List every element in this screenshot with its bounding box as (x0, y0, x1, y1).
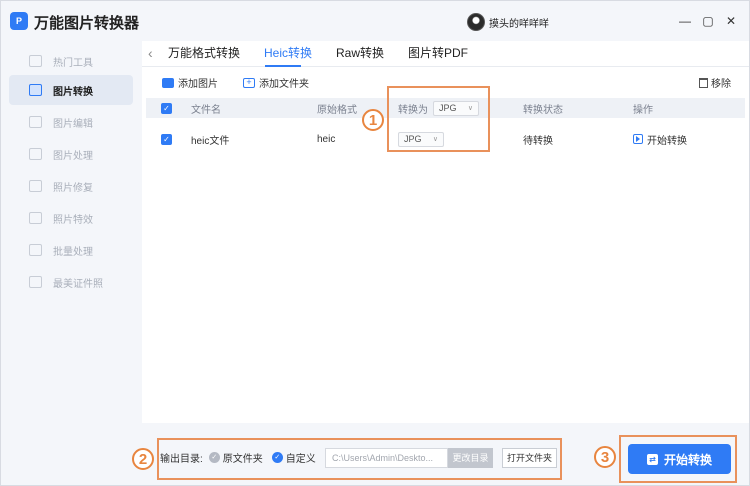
check-icon: ✓ (161, 102, 172, 114)
trash-icon (699, 77, 708, 88)
sidebar-item-label: 图片处理 (53, 150, 93, 162)
sidebar-item-photo-repair[interactable]: 照片修复 (9, 171, 133, 201)
process-icon (29, 148, 42, 160)
sidebar-item-image-edit[interactable]: 图片编辑 (9, 107, 133, 137)
row-file-name: heic文件 (191, 135, 230, 147)
sidebar-item-image-process[interactable]: 图片处理 (9, 139, 133, 169)
repair-icon (29, 180, 42, 192)
app-title: 万能图片转换器 (34, 15, 140, 32)
header-action: 操作 (633, 104, 653, 116)
close-icon[interactable]: ✕ (721, 11, 741, 31)
effects-icon (29, 212, 42, 224)
row-action-label: 开始转换 (647, 135, 687, 147)
add-folder-icon: + (243, 77, 255, 88)
sidebar-item-label: 批量处理 (53, 246, 93, 258)
annotation-number-3: 3 (594, 446, 616, 468)
annotation-number-2: 2 (132, 448, 154, 470)
tab-raw[interactable]: Raw转换 (336, 44, 384, 61)
add-image-icon (162, 77, 174, 88)
batch-icon (29, 244, 42, 256)
sidebar-item-label: 最美证件照 (53, 278, 103, 290)
annotation-box-output (157, 438, 562, 480)
sidebar-item-image-convert[interactable]: 图片转换 (9, 75, 133, 105)
sidebar-item-label: 照片特效 (53, 214, 93, 226)
title-bar: P 万能图片转换器 摸头的咩咩咩 — ▢ ✕ (1, 1, 749, 41)
back-icon[interactable]: ‹ (148, 45, 153, 61)
add-folder-label: 添加文件夹 (259, 79, 309, 90)
select-all-checkbox[interactable]: ✓ (161, 98, 172, 118)
sidebar-item-label: 图片编辑 (53, 118, 93, 130)
header-file-name: 文件名 (191, 104, 221, 116)
sidebar-item-photo-effects[interactable]: 照片特效 (9, 203, 133, 233)
tab-universal-format[interactable]: 万能格式转换 (168, 44, 240, 61)
avatar[interactable] (467, 13, 485, 31)
annotation-box-format (387, 86, 490, 152)
add-folder-button[interactable]: + 添加文件夹 (243, 75, 309, 90)
id-photo-icon (29, 276, 42, 288)
sidebar-item-label: 图片转换 (53, 86, 93, 98)
row-checkbox[interactable]: ✓ (161, 125, 172, 153)
sidebar-item-batch-process[interactable]: 批量处理 (9, 235, 133, 265)
add-image-button[interactable]: 添加图片 (162, 75, 218, 90)
minimize-icon[interactable]: — (675, 11, 695, 31)
sidebar: 热门工具 图片转换 图片编辑 图片处理 照片修复 照片特效 批量处理 最美证件照 (1, 41, 141, 485)
grid-icon (29, 55, 42, 67)
row-status: 待转换 (523, 135, 553, 147)
sidebar-item-label: 照片修复 (53, 182, 93, 194)
user-name[interactable]: 摸头的咩咩咩 (489, 15, 549, 30)
sidebar-item-label: 热门工具 (53, 57, 93, 69)
row-start-convert-button[interactable]: 开始转换 (633, 125, 687, 153)
remove-button[interactable]: 移除 (699, 75, 731, 90)
header-status: 转换状态 (523, 104, 563, 116)
user-account[interactable]: 摸头的咩咩咩 (467, 12, 549, 32)
tab-bar: ‹ 万能格式转换 Heic转换 Raw转换 图片转PDF (142, 41, 749, 67)
sidebar-item-id-photo[interactable]: 最美证件照 (9, 267, 133, 297)
add-image-label: 添加图片 (178, 79, 218, 90)
tab-heic[interactable]: Heic转换 (264, 44, 312, 61)
image-convert-icon (29, 84, 42, 96)
app-window: P 万能图片转换器 摸头的咩咩咩 — ▢ ✕ 热门工具 图片转换 图片编辑 图片… (0, 0, 750, 486)
tab-image-to-pdf[interactable]: 图片转PDF (408, 44, 468, 61)
edit-icon (29, 116, 42, 128)
annotation-box-start (619, 435, 737, 483)
app-logo-icon: P (10, 12, 28, 30)
active-tab-indicator (265, 65, 301, 67)
play-icon (633, 134, 643, 144)
check-icon: ✓ (161, 133, 172, 145)
annotation-number-1: 1 (362, 109, 384, 131)
maximize-icon[interactable]: ▢ (698, 11, 718, 31)
header-original-format: 原始格式 (317, 104, 357, 116)
row-original-format: heic (317, 133, 336, 145)
remove-label: 移除 (711, 79, 731, 90)
sidebar-item-hot-tools[interactable]: 热门工具 (9, 46, 133, 76)
